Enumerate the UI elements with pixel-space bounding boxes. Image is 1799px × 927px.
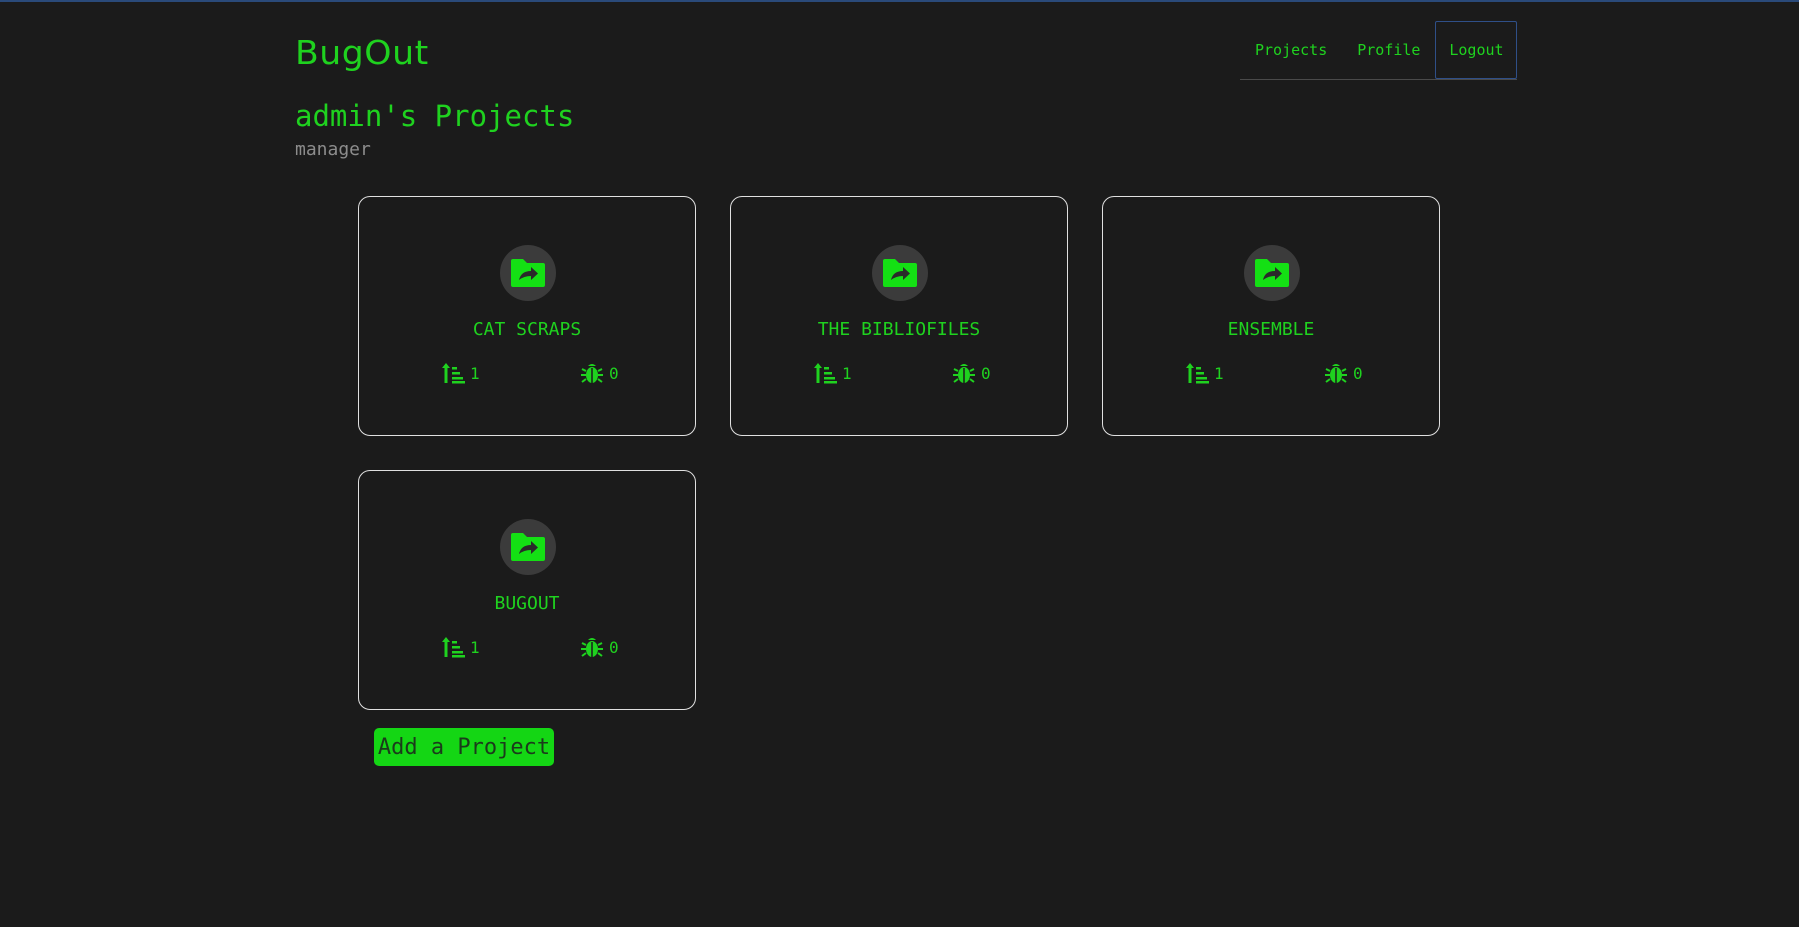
- project-name: THE BIBLIOFILES: [817, 319, 981, 340]
- project-name: BUGOUT: [494, 593, 560, 614]
- folder-share-icon: [500, 519, 556, 575]
- project-name: CAT SCRAPS: [472, 319, 582, 340]
- bug-count: 0: [952, 361, 991, 385]
- bug-count-value: 0: [609, 637, 619, 657]
- task-count-value: 1: [1214, 363, 1224, 383]
- folder-share-icon: [1244, 245, 1300, 301]
- task-count-value: 1: [470, 363, 480, 383]
- sort-list-icon: [1186, 363, 1209, 384]
- project-card-ensemble[interactable]: ENSEMBLE 1 0: [1102, 196, 1440, 436]
- folder-share-icon: [872, 245, 928, 301]
- task-count: 1: [441, 361, 480, 385]
- sort-list-icon: [442, 363, 465, 384]
- app-logo[interactable]: BugOut: [295, 33, 429, 72]
- nav-profile[interactable]: Profile: [1342, 21, 1435, 79]
- sort-list-icon: [814, 363, 837, 384]
- task-count: 1: [1185, 361, 1224, 385]
- sort-list-icon: [442, 637, 465, 658]
- bug-icon: [953, 364, 975, 383]
- bug-icon: [581, 638, 603, 657]
- task-count: 1: [441, 635, 480, 659]
- user-role: manager: [295, 139, 371, 160]
- nav-projects[interactable]: Projects: [1240, 21, 1342, 79]
- page-title: admin's Projects: [295, 99, 575, 133]
- bug-count-value: 0: [981, 363, 991, 383]
- bug-icon: [1325, 364, 1347, 383]
- project-card-cat-scraps[interactable]: CAT SCRAPS 1 0: [358, 196, 696, 436]
- folder-share-icon: [500, 245, 556, 301]
- bug-icon: [581, 364, 603, 383]
- bug-count: 0: [1324, 361, 1363, 385]
- main-nav: Projects Profile Logout: [1240, 21, 1518, 80]
- project-name: ENSEMBLE: [1227, 319, 1315, 340]
- task-count-value: 1: [470, 637, 480, 657]
- bug-count: 0: [580, 635, 619, 659]
- project-card-the-bibliofiles[interactable]: THE BIBLIOFILES 1 0: [730, 196, 1068, 436]
- window-top-strip: [0, 0, 1799, 2]
- project-card-bugout[interactable]: BUGOUT 1 0: [358, 470, 696, 710]
- bug-count-value: 0: [609, 363, 619, 383]
- task-count: 1: [813, 361, 852, 385]
- task-count-value: 1: [842, 363, 852, 383]
- add-project-button[interactable]: Add a Project: [374, 728, 554, 766]
- bug-count-value: 0: [1353, 363, 1363, 383]
- nav-logout[interactable]: Logout: [1435, 21, 1518, 79]
- bug-count: 0: [580, 361, 619, 385]
